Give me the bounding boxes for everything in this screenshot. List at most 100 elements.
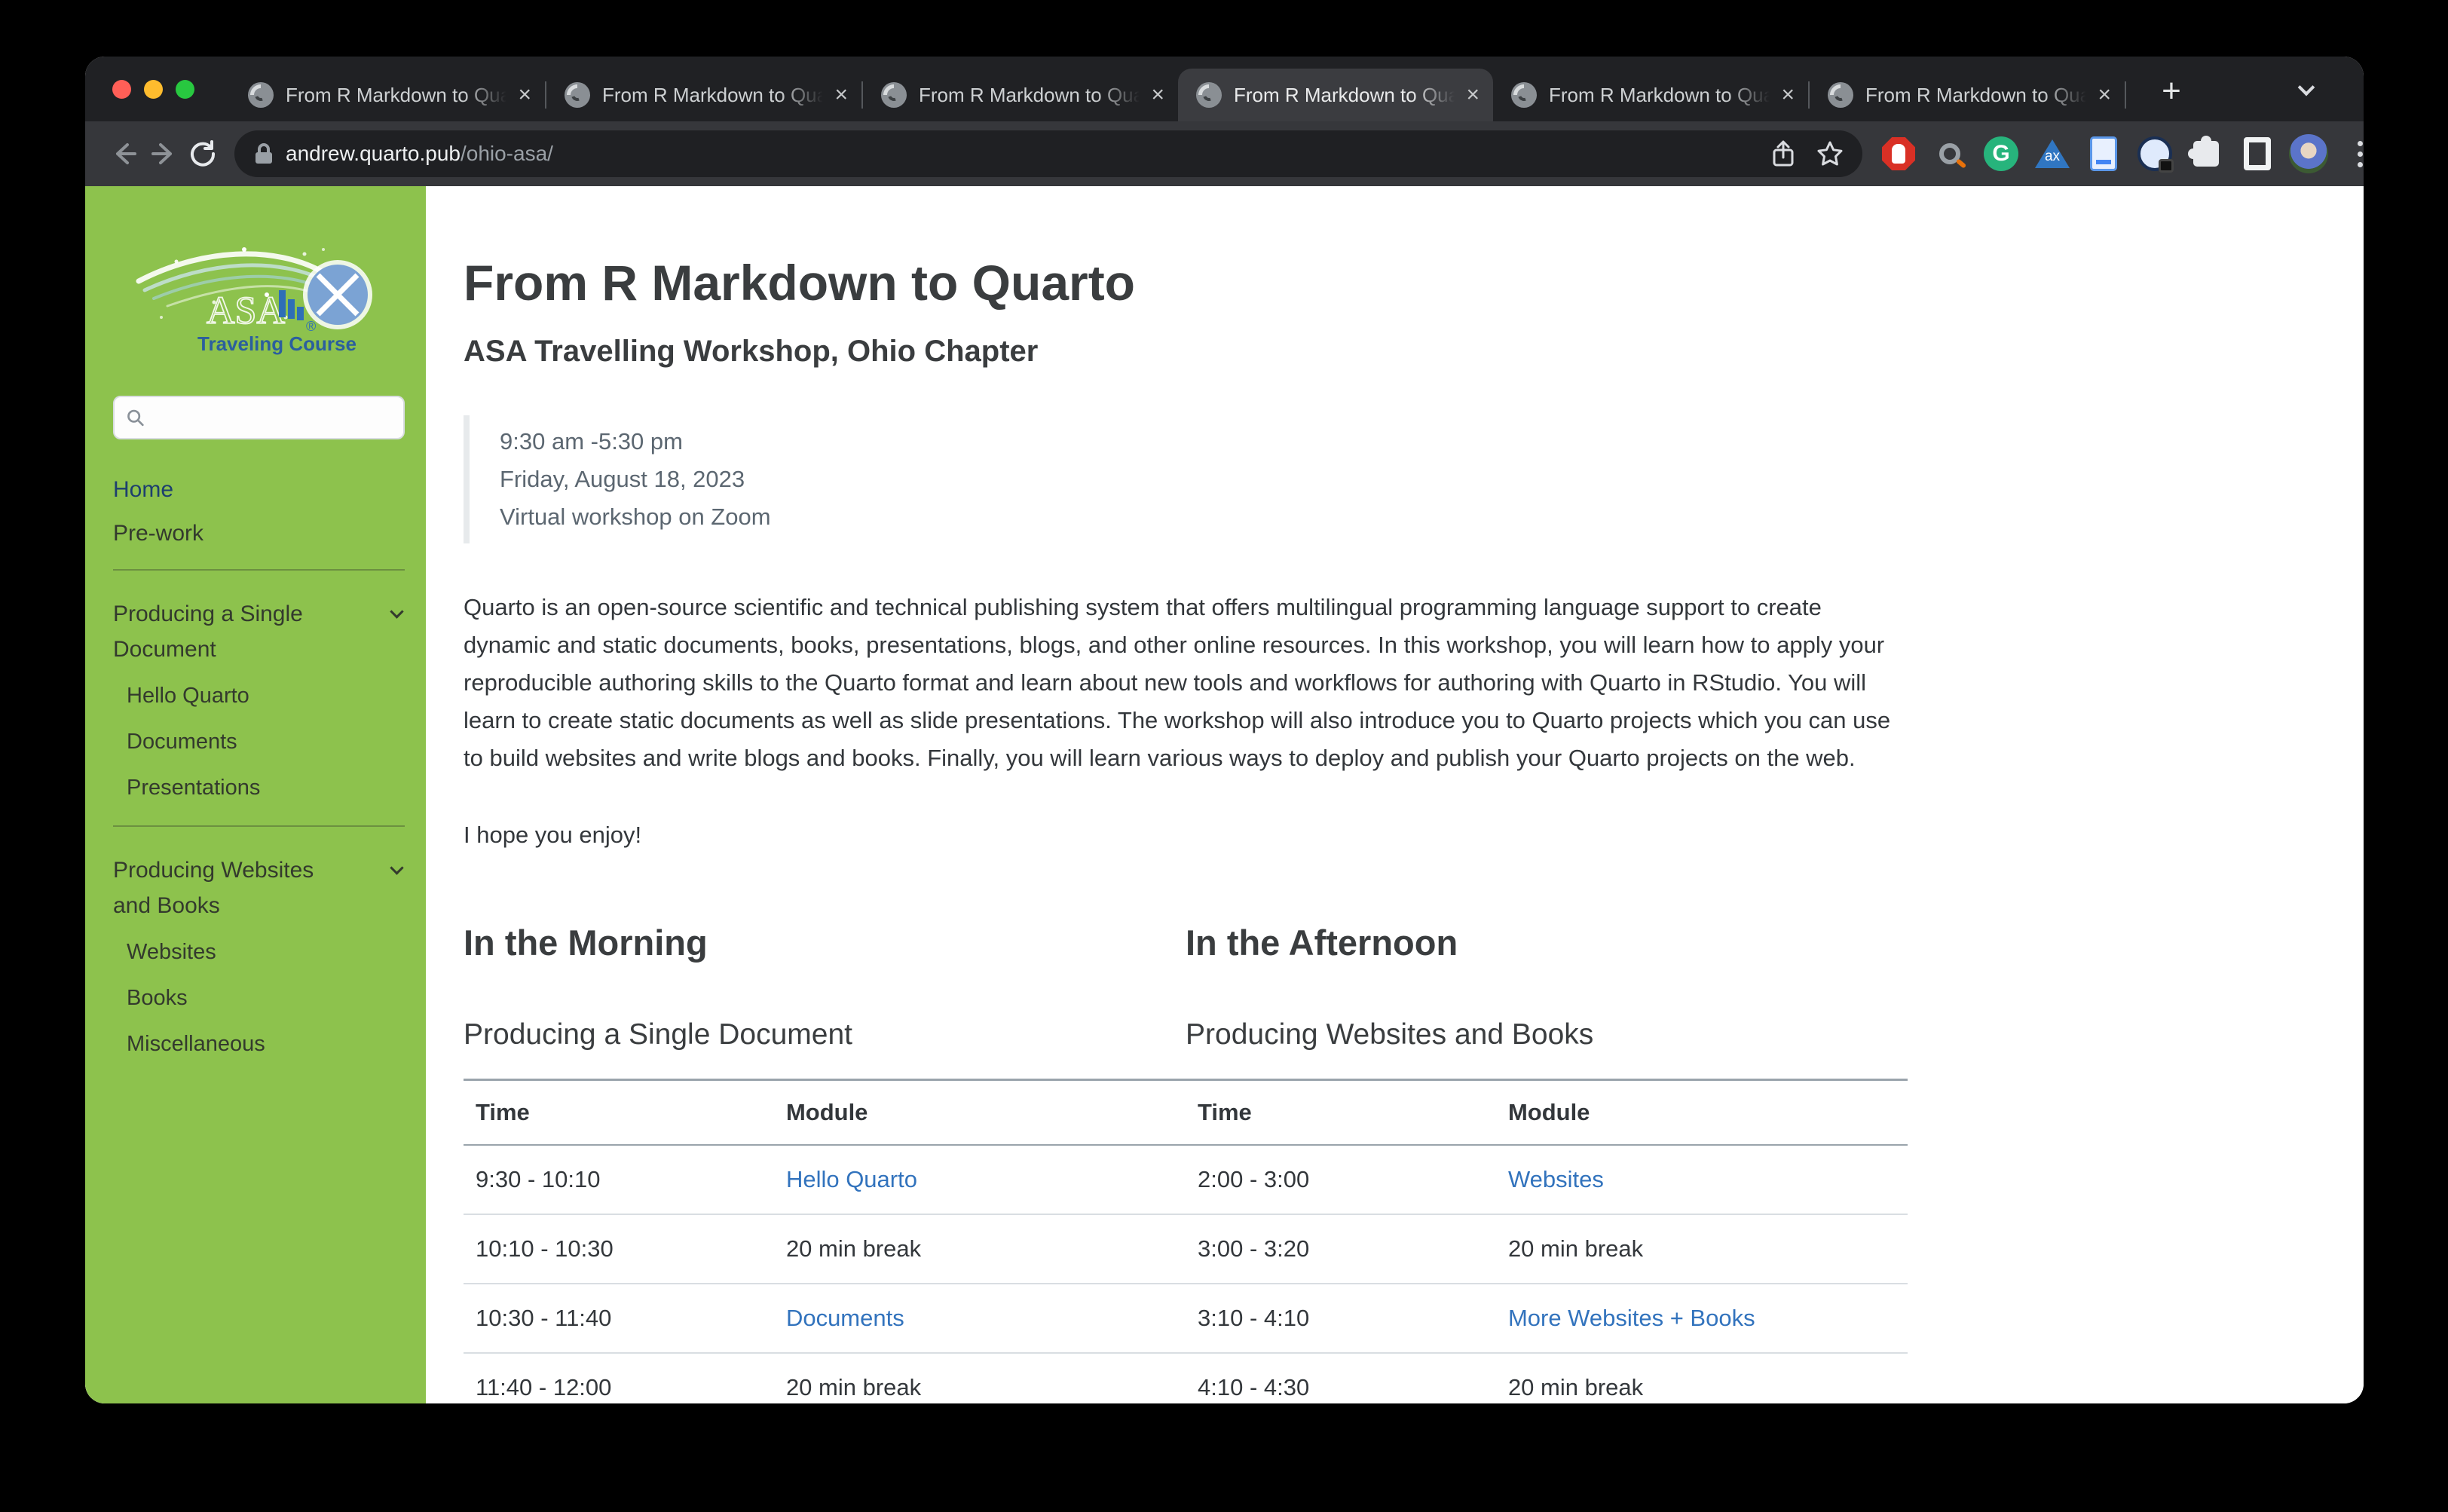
logo-bars bbox=[279, 290, 304, 320]
tab-search-button[interactable] bbox=[2291, 75, 2321, 105]
tab-title: From R Markdown to Quar bbox=[602, 84, 830, 107]
sidebar-item-hello-quarto[interactable]: Hello Quarto bbox=[127, 681, 405, 711]
extensions-menu-button[interactable] bbox=[2186, 134, 2226, 173]
sidebar-section: Producing a Single Document Hello Quarto D… bbox=[113, 596, 405, 803]
event-location: Virtual workshop on Zoom bbox=[500, 498, 1908, 536]
profile-button[interactable] bbox=[2289, 134, 2328, 173]
lock-icon bbox=[254, 142, 274, 165]
event-time: 9:30 am -5:30 pm bbox=[500, 423, 1908, 461]
tab-list: From R Markdown to Quar×From R Markdown … bbox=[230, 57, 2126, 121]
module-link[interactable]: More Websites + Books bbox=[1508, 1305, 1755, 1331]
back-button[interactable] bbox=[105, 134, 144, 173]
search-icon bbox=[125, 406, 145, 429]
cell-module: 20 min break bbox=[774, 1214, 1186, 1284]
sidebar-item-presentations[interactable]: Presentations bbox=[127, 773, 405, 803]
extensions-row: G ax bbox=[1879, 134, 2364, 173]
grammarly-icon: G bbox=[1984, 136, 2018, 171]
chevron-down-icon bbox=[390, 604, 403, 618]
address-bar[interactable]: andrew.quarto.pub/ohio-asa/ bbox=[234, 130, 1862, 177]
bookmark-star-icon[interactable] bbox=[1816, 139, 1844, 168]
search-input[interactable] bbox=[153, 406, 393, 430]
cell-time: 10:10 - 10:30 bbox=[464, 1214, 774, 1284]
grammarly-extension-button[interactable]: G bbox=[1981, 134, 2021, 173]
sidebar-divider bbox=[113, 825, 405, 827]
cell-module: 20 min break bbox=[1496, 1214, 1908, 1284]
browser-tab[interactable]: From R Markdown to Quar× bbox=[1810, 69, 2125, 121]
table-row: 3:10 - 4:10 More Websites + Books bbox=[1186, 1284, 1908, 1353]
reading-pane-icon bbox=[2244, 137, 2271, 170]
axe-devtools-icon: ax bbox=[2035, 139, 2070, 168]
tab-close-icon[interactable]: × bbox=[1466, 84, 1480, 106]
tab-close-icon[interactable]: × bbox=[1781, 84, 1795, 106]
browser-tab[interactable]: From R Markdown to Quar× bbox=[1493, 69, 1808, 121]
morning-subheading: Producing a Single Document bbox=[464, 1017, 1186, 1053]
morning-column: In the Morning Producing a Single Docume… bbox=[464, 922, 1186, 1403]
magnifier-icon bbox=[1939, 143, 1960, 164]
reading-pane-button[interactable] bbox=[2238, 134, 2277, 173]
tab-title: From R Markdown to Quar bbox=[919, 84, 1146, 107]
onepassword-extension-button[interactable] bbox=[2135, 134, 2174, 173]
sidebar-item-home[interactable]: Home bbox=[113, 477, 405, 503]
cell-time: 3:10 - 4:10 bbox=[1186, 1284, 1496, 1353]
sidebar-item-pre-work[interactable]: Pre-work bbox=[113, 521, 405, 546]
document-icon bbox=[2090, 136, 2117, 171]
module-link[interactable]: Websites bbox=[1508, 1166, 1604, 1192]
sidebar-item-miscellaneous[interactable]: Miscellaneous bbox=[127, 1029, 405, 1059]
tab-close-icon[interactable]: × bbox=[518, 84, 531, 106]
sidebar-item-documents[interactable]: Documents bbox=[127, 727, 405, 757]
tab-title: From R Markdown to Quar bbox=[286, 84, 513, 107]
quarto-globe-favicon bbox=[565, 82, 590, 108]
table-row: 11:40 - 12:0020 min break bbox=[464, 1353, 1186, 1403]
logo-tagline: Traveling Course bbox=[197, 332, 356, 355]
sidebar-section-label: Producing a Single Document bbox=[113, 596, 351, 667]
reload-button[interactable] bbox=[183, 134, 222, 173]
browser-tab[interactable]: From R Markdown to Quar× bbox=[230, 69, 545, 121]
tab-close-icon[interactable]: × bbox=[834, 84, 848, 106]
tab-separator bbox=[2125, 81, 2126, 109]
traffic-lights bbox=[112, 80, 194, 99]
zoom-extension-button[interactable] bbox=[1930, 134, 1969, 173]
column-header-time: Time bbox=[1186, 1080, 1496, 1146]
page-subtitle: ASA Travelling Workshop, Ohio Chapter bbox=[464, 332, 1908, 370]
window-zoom-button[interactable] bbox=[176, 80, 194, 99]
profile-avatar bbox=[2289, 134, 2328, 173]
sidebar-divider bbox=[113, 569, 405, 571]
chevron-down-icon bbox=[2298, 79, 2315, 96]
window-minimize-button[interactable] bbox=[144, 80, 163, 99]
window-close-button[interactable] bbox=[112, 80, 131, 99]
axe-devtools-extension-button[interactable]: ax bbox=[2033, 134, 2072, 173]
sidebar-section-toggle[interactable]: Producing Websites and Books bbox=[113, 852, 405, 923]
module-link[interactable]: Documents bbox=[786, 1305, 904, 1331]
sidebar-section-toggle[interactable]: Producing a Single Document bbox=[113, 596, 405, 667]
cell-module: Hello Quarto bbox=[774, 1145, 1186, 1214]
sidebar-item-websites[interactable]: Websites bbox=[127, 937, 405, 967]
adblock-extension-button[interactable] bbox=[1879, 134, 1918, 173]
browser-tab[interactable]: From R Markdown to Quar× bbox=[546, 69, 861, 121]
browser-tab[interactable]: From R Markdown to Quar× bbox=[1178, 69, 1493, 121]
back-icon bbox=[118, 145, 135, 163]
table-row: 4:10 - 4:3020 min break bbox=[1186, 1353, 1908, 1403]
sidebar-section-children: Websites Books Miscellaneous bbox=[127, 937, 405, 1059]
reload-icon bbox=[186, 137, 219, 170]
table-row: 9:30 - 10:10Hello Quarto bbox=[464, 1145, 1186, 1214]
module-link[interactable]: Hello Quarto bbox=[786, 1166, 917, 1192]
column-header-module: Module bbox=[1496, 1080, 1908, 1146]
browser-tab[interactable]: From R Markdown to Quar× bbox=[863, 69, 1178, 121]
afternoon-heading: In the Afternoon bbox=[1186, 922, 1908, 964]
table-row: 10:30 - 11:40 Documents bbox=[464, 1284, 1186, 1353]
forward-button[interactable] bbox=[144, 134, 183, 173]
adblock-icon bbox=[1882, 137, 1915, 170]
tab-close-icon[interactable]: × bbox=[2098, 84, 2111, 106]
sidebar-item-books[interactable]: Books bbox=[127, 983, 405, 1013]
browser-menu-button[interactable] bbox=[2340, 134, 2364, 173]
new-tab-button[interactable]: + bbox=[2147, 67, 2196, 115]
tab-title: From R Markdown to Quar bbox=[1549, 84, 1776, 107]
site-sidebar: ASA ® Traveling Course HomePre-workProdu… bbox=[85, 186, 426, 1403]
schedule-grid: In the Morning Producing a Single Docume… bbox=[464, 922, 1908, 1403]
browser-window: From R Markdown to Quar×From R Markdown … bbox=[85, 57, 2364, 1403]
cell-time: 10:30 - 11:40 bbox=[464, 1284, 774, 1353]
document-extension-button[interactable] bbox=[2084, 134, 2123, 173]
tab-close-icon[interactable]: × bbox=[1151, 84, 1164, 106]
share-icon[interactable] bbox=[1770, 139, 1796, 168]
quarto-globe-favicon bbox=[881, 82, 907, 108]
